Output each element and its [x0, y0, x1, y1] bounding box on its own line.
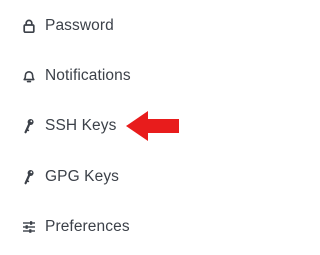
key-icon — [21, 118, 37, 134]
lock-icon — [21, 18, 37, 34]
sliders-icon — [21, 219, 37, 235]
menu-item-password[interactable]: Password — [0, 8, 200, 44]
red-arrow-icon — [126, 111, 179, 141]
settings-menu: Password Notifications SSH Keys GPG Keys… — [0, 0, 241, 255]
menu-item-label: Notifications — [45, 67, 131, 84]
menu-item-label: Preferences — [45, 218, 130, 235]
menu-item-notifications[interactable]: Notifications — [0, 58, 200, 94]
bell-icon — [21, 68, 37, 84]
menu-item-label: Password — [45, 17, 114, 34]
menu-item-label: GPG Keys — [45, 168, 120, 185]
key-icon — [21, 169, 37, 185]
menu-item-preferences[interactable]: Preferences — [0, 209, 200, 245]
menu-item-gpg-keys[interactable]: GPG Keys — [0, 159, 200, 195]
menu-item-label: SSH Keys — [45, 117, 117, 134]
